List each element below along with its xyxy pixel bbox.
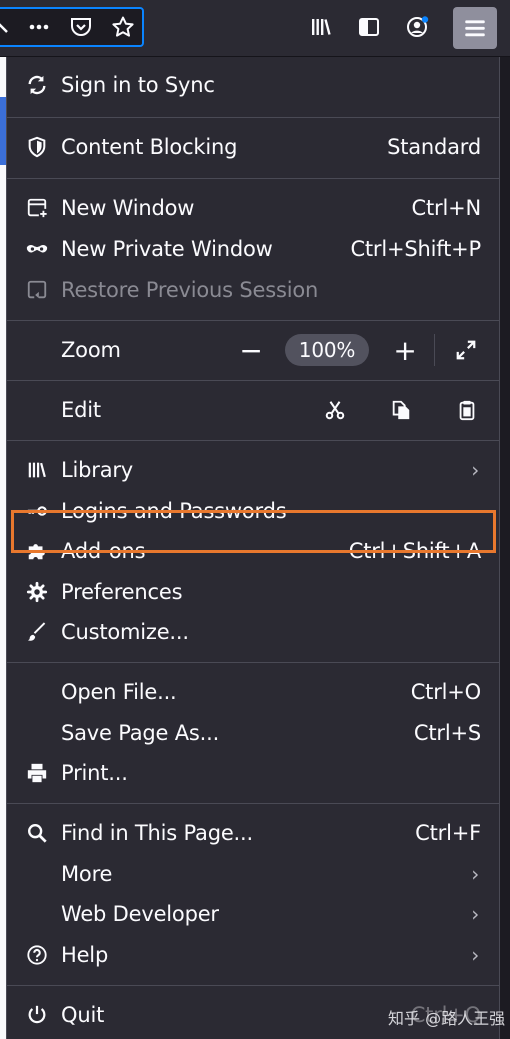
menu-label: Add-ons	[61, 539, 146, 563]
library-icon	[24, 457, 50, 483]
menu-label: Save Page As...	[61, 721, 220, 745]
menu-item-preferences[interactable]: Preferences	[7, 572, 499, 612]
menu-label: Sign in to Sync	[61, 73, 215, 97]
cut-icon[interactable]	[322, 397, 348, 423]
menu-item-customize[interactable]: Customize...	[7, 612, 499, 652]
watermark: 知乎 @路人王强	[388, 1009, 506, 1028]
menu-label: Open File...	[61, 680, 177, 704]
content-blocking-value: Standard	[387, 135, 481, 159]
menu-item-more[interactable]: More ›	[7, 854, 499, 894]
menu-item-find-in-page[interactable]: Find in This Page... Ctrl+F	[7, 813, 499, 853]
edit-label: Edit	[61, 398, 101, 422]
menu-item-addons[interactable]: Add-ons Ctrl+Shift+A	[7, 531, 499, 571]
restore-session-icon	[24, 277, 50, 303]
zoom-in-button[interactable]: +	[389, 332, 421, 368]
pocket-icon[interactable]	[66, 12, 96, 42]
edit-controls: Edit	[7, 390, 499, 430]
shield-icon	[24, 134, 50, 160]
paste-icon[interactable]	[454, 397, 480, 423]
menu-label: Help	[61, 943, 109, 967]
menu-label: New Private Window	[61, 237, 273, 261]
divider	[7, 380, 499, 381]
shortcut-text: Ctrl+O	[410, 680, 481, 704]
more-dots-icon[interactable]	[24, 12, 54, 42]
menu-item-web-developer[interactable]: Web Developer ›	[7, 894, 499, 934]
puzzle-piece-icon	[24, 538, 50, 564]
help-icon	[24, 942, 50, 968]
shortcut-text: Ctrl+S	[413, 721, 481, 745]
zoom-out-button[interactable]: −	[235, 332, 267, 368]
library-icon[interactable]	[306, 12, 336, 42]
chevron-down-icon[interactable]	[0, 12, 22, 42]
divider	[7, 662, 499, 663]
menu-label: Find in This Page...	[61, 821, 253, 845]
menu-item-new-private-window[interactable]: New Private Window Ctrl+Shift+P	[7, 229, 499, 269]
menu-label: New Window	[61, 196, 195, 220]
chevron-right-icon: ›	[471, 862, 479, 886]
sidebar-icon[interactable]	[354, 12, 384, 42]
zoom-label: Zoom	[61, 338, 121, 362]
divider	[7, 803, 499, 804]
menu-label: Content Blocking	[61, 135, 238, 159]
menu-label: Print...	[61, 761, 128, 785]
shortcut-text: Ctrl+F	[415, 821, 481, 845]
menu-item-new-window[interactable]: New Window Ctrl+N	[7, 188, 499, 228]
copy-icon[interactable]	[388, 397, 414, 423]
divider	[7, 117, 499, 118]
menu-item-print[interactable]: Print...	[7, 753, 499, 793]
printer-icon	[24, 760, 50, 786]
menu-item-save-page[interactable]: Save Page As... Ctrl+S	[7, 713, 499, 753]
menu-label: Quit	[61, 1003, 105, 1027]
account-icon[interactable]	[402, 12, 432, 42]
divider	[7, 985, 499, 986]
menu-label: More	[61, 862, 113, 886]
private-mask-icon	[24, 236, 50, 262]
sync-icon	[24, 72, 50, 98]
fullscreen-icon[interactable]	[453, 337, 479, 363]
menu-item-library[interactable]: Library ›	[7, 450, 499, 490]
menu-label: Web Developer	[61, 902, 219, 926]
divider	[434, 334, 435, 366]
power-icon	[24, 1002, 50, 1028]
shortcut-text: Ctrl+N	[411, 196, 482, 220]
hamburger-menu-button[interactable]	[453, 7, 497, 49]
toolbar	[0, 0, 510, 57]
menu-label: Logins and Passwords	[61, 499, 287, 523]
star-icon[interactable]	[108, 12, 138, 42]
chevron-right-icon: ›	[471, 902, 479, 926]
shortcut-text: Ctrl+Shift+P	[350, 237, 481, 261]
zoom-controls: Zoom − 100% +	[7, 330, 499, 370]
menu-item-open-file[interactable]: Open File... Ctrl+O	[7, 672, 499, 712]
paintbrush-icon	[24, 619, 50, 645]
menu-item-content-blocking[interactable]: Content Blocking Standard	[7, 127, 499, 167]
search-icon	[24, 820, 50, 846]
menu-label: Customize...	[61, 620, 189, 644]
shortcut-text: Ctrl+Shift+A	[348, 539, 481, 563]
chevron-right-icon: ›	[471, 458, 479, 482]
divider	[7, 440, 499, 441]
menu-item-sign-in-sync[interactable]: Sign in to Sync	[7, 65, 499, 105]
app-menu-panel: Sign in to Sync Content Blocking Standar…	[6, 57, 500, 1039]
new-window-icon	[24, 195, 50, 221]
gear-icon	[24, 579, 50, 605]
menu-label: Library	[61, 458, 134, 482]
zoom-reset-button[interactable]: 100%	[285, 334, 369, 366]
chevron-right-icon: ›	[471, 943, 479, 967]
menu-item-help[interactable]: Help ›	[7, 935, 499, 975]
menu-item-logins-passwords[interactable]: Logins and Passwords	[7, 491, 499, 531]
divider	[7, 178, 499, 179]
key-icon	[24, 498, 50, 524]
hamburger-menu-icon	[465, 20, 485, 37]
divider	[7, 320, 499, 321]
menu-item-restore-session: Restore Previous Session	[7, 270, 499, 310]
menu-label: Preferences	[61, 580, 183, 604]
menu-label: Restore Previous Session	[61, 278, 319, 302]
